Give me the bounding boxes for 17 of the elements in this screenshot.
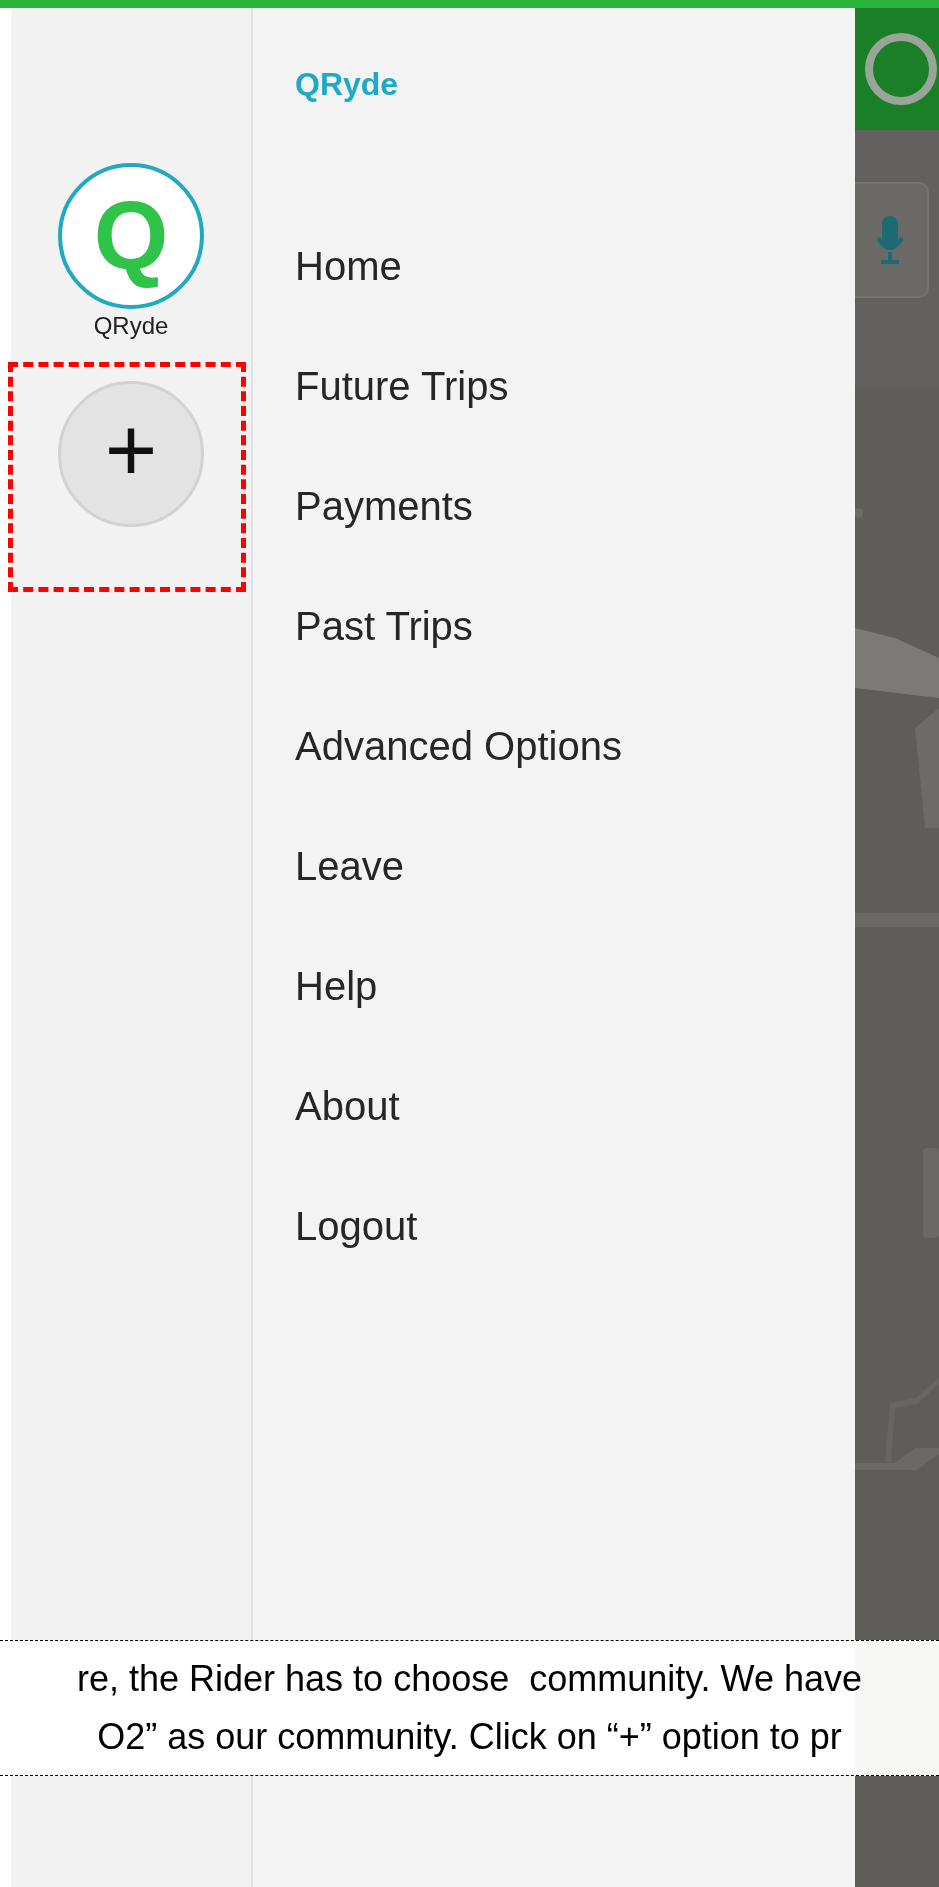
menu-item[interactable]: Leave (295, 846, 404, 966)
menu-item[interactable]: Advanced Options (295, 726, 622, 846)
menu-item[interactable]: Help (295, 966, 378, 1086)
drawer-title: QRyde (295, 65, 399, 104)
caption-text: O2” as our community. Click on “+” option to pr (97, 1715, 842, 1759)
menu-item[interactable]: Logout (295, 1206, 418, 1326)
microphone-icon[interactable] (877, 214, 903, 266)
menu-item[interactable]: Past Trips (295, 606, 473, 726)
profile-icon[interactable] (863, 31, 939, 107)
caption-text: re, the Rider has to choose community. We have (76, 1657, 862, 1701)
menu-item[interactable]: Home (295, 246, 402, 366)
add-community-button[interactable]: + (58, 381, 204, 527)
menu-item[interactable]: Payments (295, 486, 473, 606)
menu-item[interactable]: About (295, 1086, 400, 1206)
menu-item[interactable]: Future Trips (295, 366, 509, 486)
search-bar[interactable] (855, 182, 929, 298)
community-name: QRyde (93, 311, 169, 341)
